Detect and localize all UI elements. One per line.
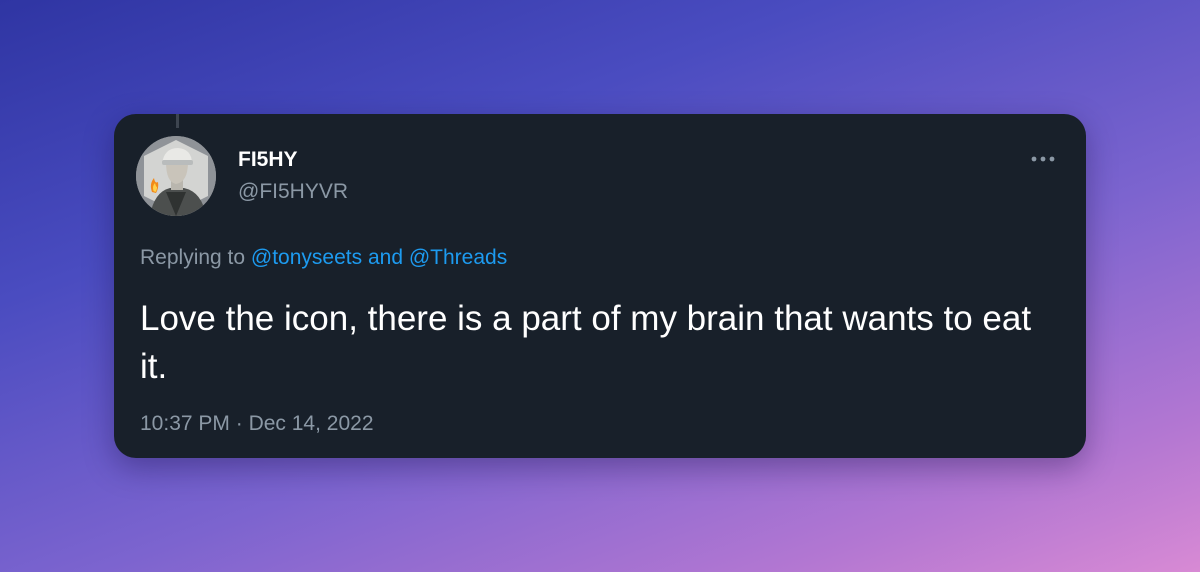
tweet-text: Love the icon, there is a part of my bra… — [140, 299, 1032, 386]
replying-to-line: Replying to @tonyseets and @Threads — [140, 246, 507, 270]
tweet-time[interactable]: 10:37 PM — [140, 412, 230, 435]
replying-to-label: Replying to — [140, 246, 246, 269]
reply-conjunction: and — [367, 246, 404, 269]
reply-target-link[interactable]: @tonyseets — [251, 246, 362, 269]
tweet-card: FI5HY @FI5HYVR Replying to @tonyseets an… — [114, 114, 1086, 458]
reply-target-link[interactable]: @Threads — [409, 246, 507, 269]
tweet-timestamp: 10:37 PM · Dec 14, 2022 — [140, 412, 374, 436]
more-horizontal-icon — [1031, 156, 1055, 162]
avatar-image — [136, 136, 216, 216]
display-name[interactable]: FI5HY — [238, 148, 298, 172]
avatar[interactable] — [136, 136, 216, 216]
meta-separator: · — [235, 412, 243, 435]
more-options-button[interactable] — [1026, 142, 1060, 176]
user-handle[interactable]: @FI5HYVR — [238, 180, 348, 204]
tweet-date[interactable]: Dec 14, 2022 — [249, 412, 374, 435]
thread-connector-line — [176, 114, 179, 128]
